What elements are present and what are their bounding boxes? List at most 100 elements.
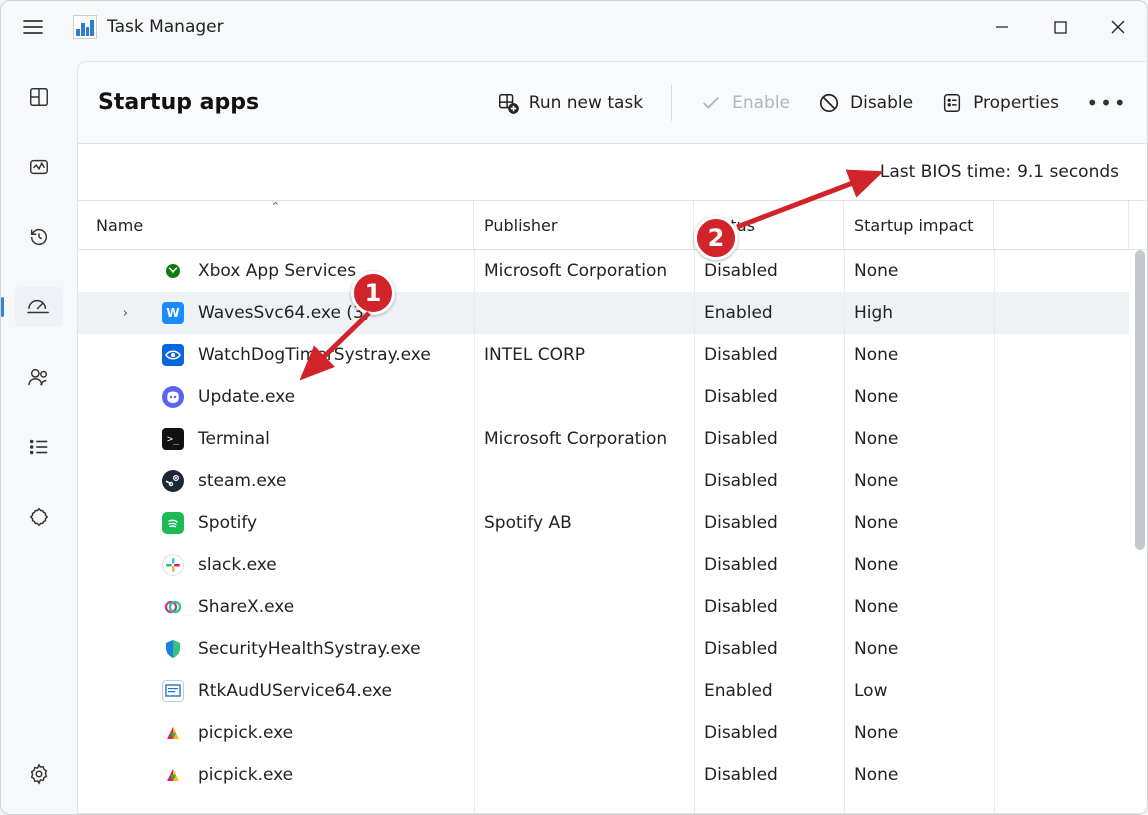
nav-processes[interactable] xyxy=(15,77,63,117)
cell-status: Disabled xyxy=(694,418,844,460)
cell-impact: High xyxy=(844,292,994,334)
cell-name: slack.exe xyxy=(78,544,474,586)
app-icon xyxy=(73,15,97,39)
nav-performance[interactable] xyxy=(15,147,63,187)
table-row[interactable]: Xbox App ServicesMicrosoft CorporationDi… xyxy=(78,250,1129,292)
nav-settings[interactable] xyxy=(15,754,63,794)
cell-name: Xbox App Services xyxy=(78,250,474,292)
waves-icon: W xyxy=(162,302,184,324)
bios-value: 9.1 seconds xyxy=(1017,162,1119,182)
cell-impact: None xyxy=(844,628,994,670)
history-icon xyxy=(28,226,50,248)
nav-startup-apps[interactable] xyxy=(15,287,63,327)
nav-app-history[interactable] xyxy=(15,217,63,257)
processes-icon xyxy=(28,86,50,108)
enable-label: Enable xyxy=(732,93,790,113)
more-button[interactable]: ••• xyxy=(1087,83,1127,123)
app-name-label: Update.exe xyxy=(198,387,295,407)
table-row[interactable]: ShareX.exeDisabledNone xyxy=(78,586,1129,628)
nav-users[interactable] xyxy=(15,357,63,397)
minimize-button[interactable] xyxy=(973,7,1031,47)
expand-toggle[interactable]: › xyxy=(78,306,138,321)
cell-impact: None xyxy=(844,502,994,544)
generic-icon xyxy=(162,680,184,702)
nav-services[interactable] xyxy=(15,497,63,537)
cell-publisher xyxy=(474,712,694,754)
cell-status: Disabled xyxy=(694,586,844,628)
table-row[interactable]: SecurityHealthSystray.exe DisabledNone xyxy=(78,628,1129,670)
properties-button[interactable]: Properties xyxy=(941,92,1059,114)
app-name-label: SecurityHealthSystray.exe xyxy=(198,639,421,659)
vertical-scrollbar[interactable] xyxy=(1129,250,1147,813)
check-icon xyxy=(700,92,722,114)
cell-status: Disabled xyxy=(694,250,844,292)
app-name-label: slack.exe xyxy=(198,555,277,575)
app-name-label: steam.exe xyxy=(198,471,287,491)
sort-indicator-asc-icon: ⌃ xyxy=(271,200,280,213)
cell-status: Disabled xyxy=(694,754,844,796)
maximize-button[interactable] xyxy=(1031,7,1089,47)
cell-publisher: Spotify AB xyxy=(474,502,694,544)
scrollbar-thumb[interactable] xyxy=(1135,250,1145,550)
close-button[interactable] xyxy=(1089,7,1147,47)
picpick-icon xyxy=(162,764,184,786)
table-header: Name ⌃ Publisher Status Startup impact xyxy=(78,200,1147,250)
run-task-icon xyxy=(497,92,519,114)
table-row[interactable]: Update.exeDisabledNone xyxy=(78,376,1129,418)
cell-name: ShareX.exe xyxy=(78,586,474,628)
cell-name: WatchDogTimerSystray.exe xyxy=(78,334,474,376)
enable-button: Enable xyxy=(700,92,790,114)
cell-name: picpick.exe xyxy=(78,712,474,754)
table-row[interactable]: picpick.exeDisabledNone xyxy=(78,712,1129,754)
terminal-icon: >_ xyxy=(162,428,184,450)
table-row[interactable]: ›WWavesSvc64.exe (3)EnabledHigh xyxy=(78,292,1129,334)
sidebar xyxy=(1,53,77,814)
maximize-icon xyxy=(1054,21,1067,34)
col-scroll-spacer xyxy=(1129,201,1147,249)
cell-status: Disabled xyxy=(694,712,844,754)
app-name-label: WatchDogTimerSystray.exe xyxy=(198,345,431,365)
app-name-label: RtkAudUService64.exe xyxy=(198,681,392,701)
cell-status: Disabled xyxy=(694,502,844,544)
discord-icon xyxy=(162,386,184,408)
cell-name: Update.exe xyxy=(78,376,474,418)
gear-icon xyxy=(28,763,50,785)
cell-impact: None xyxy=(844,418,994,460)
col-spacer xyxy=(994,201,1129,249)
app-name-label: Terminal xyxy=(198,429,270,449)
table-row[interactable]: picpick.exeDisabledNone xyxy=(78,754,1129,796)
cell-impact: None xyxy=(844,250,994,292)
col-status[interactable]: Status xyxy=(694,201,844,249)
disable-icon xyxy=(818,92,840,114)
titlebar: Task Manager xyxy=(1,1,1147,53)
cell-name: Spotify xyxy=(78,502,474,544)
cell-status: Disabled xyxy=(694,544,844,586)
app-name-label: picpick.exe xyxy=(198,723,293,743)
xbox-icon xyxy=(162,260,184,282)
app-name-label: Xbox App Services xyxy=(198,261,356,281)
run-new-task-button[interactable]: Run new task xyxy=(497,92,643,114)
table-row[interactable]: WatchDogTimerSystray.exeINTEL CORPDisabl… xyxy=(78,334,1129,376)
more-icon: ••• xyxy=(1086,91,1127,115)
table-row[interactable]: >_TerminalMicrosoft CorporationDisabledN… xyxy=(78,418,1129,460)
cell-status: Disabled xyxy=(694,628,844,670)
close-icon xyxy=(1111,20,1125,34)
app-name-label: ShareX.exe xyxy=(198,597,294,617)
table-body: Xbox App ServicesMicrosoft CorporationDi… xyxy=(78,250,1129,813)
col-impact[interactable]: Startup impact xyxy=(844,201,994,249)
nav-details[interactable] xyxy=(15,427,63,467)
table-row[interactable]: steam.exeDisabledNone xyxy=(78,460,1129,502)
shield-icon xyxy=(162,638,184,660)
cell-publisher xyxy=(474,544,694,586)
table-row[interactable]: RtkAudUService64.exeEnabledLow xyxy=(78,670,1129,712)
properties-icon xyxy=(941,92,963,114)
col-publisher[interactable]: Publisher xyxy=(474,201,694,249)
hamburger-menu-button[interactable] xyxy=(13,7,53,47)
cell-impact: None xyxy=(844,376,994,418)
col-name[interactable]: Name ⌃ xyxy=(78,201,474,249)
table-row[interactable]: slack.exeDisabledNone xyxy=(78,544,1129,586)
bios-time-bar: Last BIOS time: 9.1 seconds xyxy=(78,144,1147,200)
window-controls xyxy=(973,7,1147,47)
disable-button[interactable]: Disable xyxy=(818,92,913,114)
table-row[interactable]: SpotifySpotify ABDisabledNone xyxy=(78,502,1129,544)
